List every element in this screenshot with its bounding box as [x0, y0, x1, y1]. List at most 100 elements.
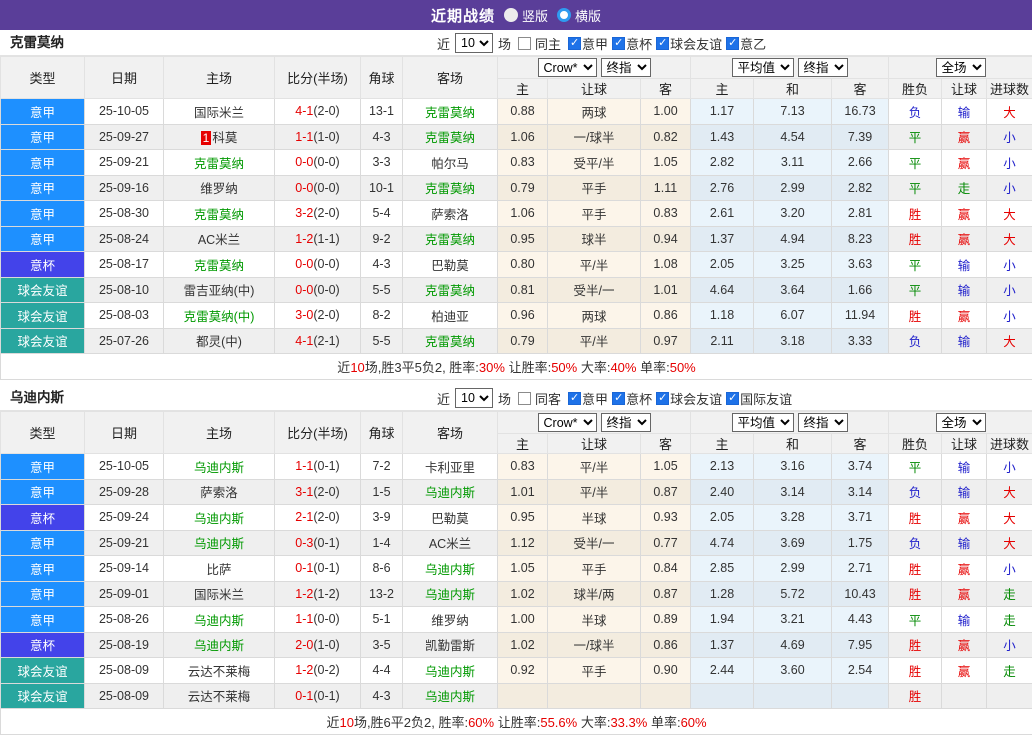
odds-away: 1.00 [641, 99, 691, 125]
average-group-header: 平均值终指 [691, 57, 889, 79]
result-handicap: 输 [942, 277, 987, 303]
vertical-layout-radio[interactable] [504, 8, 518, 22]
same-side-checkbox[interactable] [518, 392, 531, 405]
fulltime-score: 3-1 [295, 485, 313, 499]
league-filter-label: 球会友谊 [670, 389, 722, 408]
col-home: 主场 [164, 57, 275, 99]
home-team: AC米兰 [198, 233, 240, 247]
same-side-checkbox[interactable] [518, 37, 531, 50]
score-cell: 0-1(0-1) [275, 556, 361, 582]
odds-source-select[interactable]: Crow* [538, 58, 597, 77]
result-outcome: 负 [889, 328, 942, 354]
match-date: 25-08-26 [85, 607, 164, 633]
halftime-score: (2-1) [313, 334, 339, 348]
away-team: 乌迪内斯 [425, 588, 475, 602]
odds-away: 0.83 [641, 201, 691, 227]
away-team-cell: 乌迪内斯 [403, 683, 498, 709]
league-checkbox[interactable] [612, 392, 625, 405]
fulltime-select[interactable]: 全场 [936, 413, 986, 432]
odds-home: 0.83 [498, 150, 548, 176]
home-team-cell: 1科莫 [164, 124, 275, 150]
score-cell: 3-1(2-0) [275, 479, 361, 505]
col-score: 比分(半场) [275, 412, 361, 454]
odds-group-header: Crow*终指 [498, 412, 691, 434]
avg-draw: 3.14 [754, 479, 832, 505]
league-checkbox[interactable] [656, 392, 669, 405]
league-checkbox[interactable] [726, 37, 739, 50]
col-corner: 角球 [361, 57, 403, 99]
average-select[interactable]: 平均值 [732, 58, 794, 77]
odds-time-select[interactable]: 终指 [601, 58, 651, 77]
odds-source-select[interactable]: Crow* [538, 413, 597, 432]
average-time-select[interactable]: 终指 [798, 413, 848, 432]
col-odds-handicap: 让球 [548, 434, 641, 454]
away-team-cell: 克雷莫纳 [403, 277, 498, 303]
corner-score: 1-4 [361, 530, 403, 556]
odds-handicap: 半球 [548, 505, 641, 531]
rounds-select[interactable]: 10 [455, 33, 493, 53]
league-checkbox[interactable] [726, 392, 739, 405]
result-outcome: 负 [889, 479, 942, 505]
result-goals: 小 [987, 556, 1032, 582]
rounds-select[interactable]: 10 [455, 388, 493, 408]
league-checkbox[interactable] [568, 392, 581, 405]
horizontal-layout-radio[interactable] [557, 8, 571, 22]
col-avg-draw: 和 [754, 79, 832, 99]
away-team-cell: 卡利亚里 [403, 454, 498, 480]
home-team-cell: 克雷莫纳(中) [164, 303, 275, 329]
odds-handicap: 球半/两 [548, 581, 641, 607]
avg-away: 11.94 [832, 303, 889, 329]
filters: 近 10 场 同客 意甲意杯球会友谊国际友谊 [437, 385, 792, 411]
avg-draw: 5.72 [754, 581, 832, 607]
league-checkbox[interactable] [612, 37, 625, 50]
col-result-handicap: 让球 [942, 434, 987, 454]
odds-home: 1.01 [498, 479, 548, 505]
league-badge: 意杯 [1, 632, 85, 658]
same-side-label: 同主 [535, 34, 561, 53]
odds-home: 0.80 [498, 252, 548, 278]
average-select[interactable]: 平均值 [732, 413, 794, 432]
odds-home: 1.06 [498, 124, 548, 150]
fulltime-score: 1-1 [295, 459, 313, 473]
odds-handicap: 半球 [548, 607, 641, 633]
league-checkbox[interactable] [568, 37, 581, 50]
league-badge: 意甲 [1, 479, 85, 505]
league-checkbox[interactable] [656, 37, 669, 50]
avg-home: 2.05 [691, 505, 754, 531]
avg-draw: 3.20 [754, 201, 832, 227]
corner-score: 4-4 [361, 658, 403, 684]
odds-away: 0.84 [641, 556, 691, 582]
score-cell: 0-0(0-0) [275, 150, 361, 176]
odds-away: 0.86 [641, 632, 691, 658]
away-team: 萨索洛 [431, 208, 469, 222]
odds-away: 0.93 [641, 505, 691, 531]
result-goals: 小 [987, 150, 1032, 176]
league-badge: 球会友谊 [1, 303, 85, 329]
home-team: 克雷莫纳 [194, 157, 244, 171]
away-team-cell: 巴勒莫 [403, 252, 498, 278]
league-filter: 意杯 [608, 34, 652, 53]
match-date: 25-08-09 [85, 683, 164, 709]
odds-time-select[interactable]: 终指 [601, 413, 651, 432]
col-corner: 角球 [361, 412, 403, 454]
avg-away: 10.43 [832, 581, 889, 607]
fulltime-select[interactable]: 全场 [936, 58, 986, 77]
avg-draw: 3.16 [754, 454, 832, 480]
summary-segment: 60% [681, 715, 707, 730]
summary-row: 近10场,胜3平5负2, 胜率:30% 让胜率:50% 大率:40% 单率:50… [1, 354, 1032, 380]
match-date: 25-09-28 [85, 479, 164, 505]
near-label: 近 [437, 34, 450, 53]
home-team-cell: 雷吉亚纳(中) [164, 277, 275, 303]
summary-segment: 10 [339, 715, 353, 730]
col-date: 日期 [85, 57, 164, 99]
away-team-cell: 克雷莫纳 [403, 124, 498, 150]
league-badge: 球会友谊 [1, 277, 85, 303]
away-team-cell: 乌迪内斯 [403, 581, 498, 607]
score-cell: 0-1(0-1) [275, 683, 361, 709]
average-time-select[interactable]: 终指 [798, 58, 848, 77]
avg-home: 2.44 [691, 658, 754, 684]
league-badge: 意甲 [1, 124, 85, 150]
odds-home [498, 683, 548, 709]
halftime-score: (2-0) [313, 308, 339, 322]
avg-home: 2.13 [691, 454, 754, 480]
